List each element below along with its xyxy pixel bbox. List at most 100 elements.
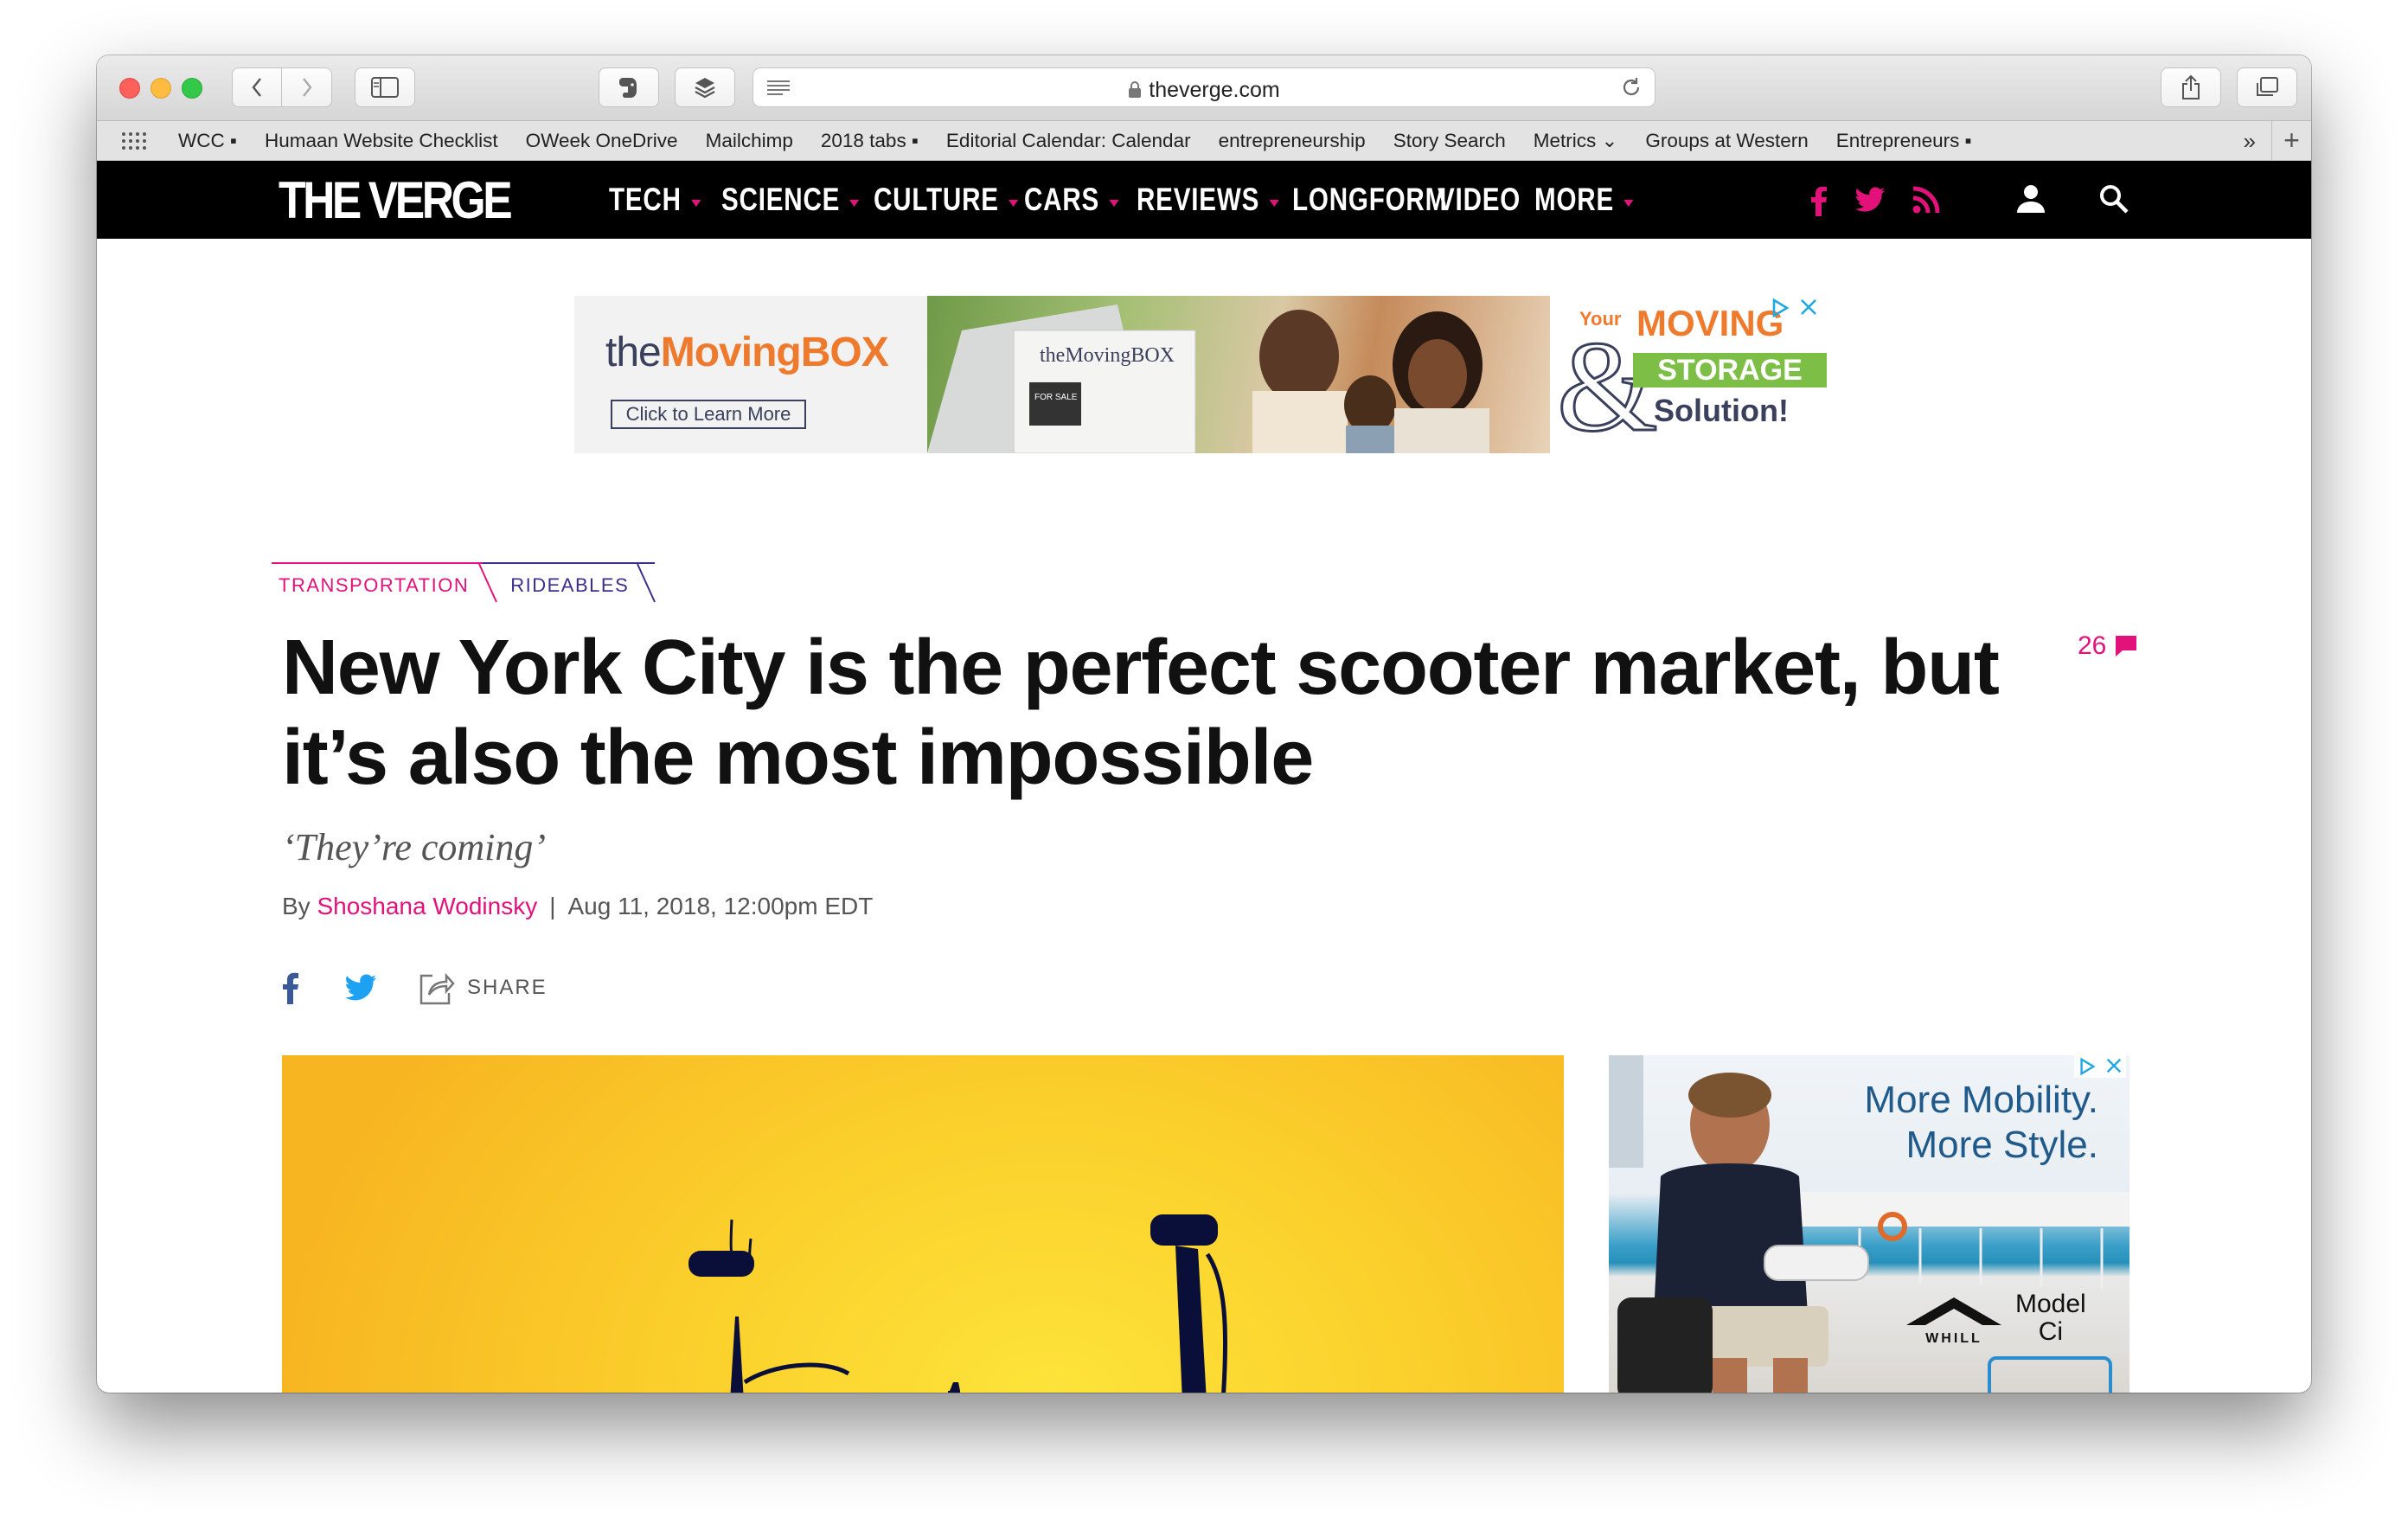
scooter-silhouette-graphic	[688, 1214, 1228, 1393]
share-arrow-icon	[419, 972, 455, 1005]
whill-wordmark: WHILL	[1925, 1331, 1982, 1346]
nav-item-reviews[interactable]: REVIEWS	[1137, 182, 1279, 218]
caret-down-icon	[690, 200, 701, 207]
facebook-share-icon[interactable]	[282, 971, 299, 1004]
nav-label: VIDEO	[1438, 182, 1521, 217]
bookmark-item[interactable]: Entrepreneurs ▪	[1836, 130, 1972, 152]
nav-item-longform[interactable]: LONGFORM	[1292, 182, 1446, 218]
back-button[interactable]	[233, 68, 283, 106]
whill-logo: WHILL	[1906, 1294, 2001, 1347]
nav-label: CARS	[1024, 182, 1100, 217]
ad-tagline-panel: Your MOVING & STORAGE Solution!	[1550, 296, 1835, 453]
url-text: theverge.com	[1149, 78, 1280, 102]
chevron-left-icon	[252, 78, 261, 97]
layers-icon	[695, 78, 715, 99]
social-links	[1809, 185, 1941, 216]
nav-label: LONGFORM	[1292, 182, 1448, 217]
account-search-group	[2015, 183, 2129, 215]
buffer-extension-button[interactable]	[675, 67, 735, 107]
bookmark-item[interactable]: Groups at Western	[1645, 130, 1808, 152]
top-banner-ad[interactable]: theMovingBOX Click to Learn More theMovi…	[574, 296, 1835, 453]
bookmark-item[interactable]: Story Search	[1393, 130, 1506, 152]
chevron-right-icon	[302, 78, 312, 97]
bookmark-item[interactable]: Mailchimp	[706, 130, 793, 152]
tag-transportation[interactable]: TRANSPORTATION	[272, 562, 489, 604]
nav-item-culture[interactable]: CULTURE	[874, 182, 1019, 218]
address-bar[interactable]: theverge.com	[752, 67, 1656, 107]
ad-tagline-line2: More Style.	[1905, 1124, 2098, 1166]
article-headline: New York City is the perfect scooter mar…	[282, 625, 2000, 801]
ad-storage: STORAGE	[1633, 353, 1827, 388]
ad-brand-logo: theMovingBOX	[605, 329, 889, 376]
share-bar: SHARE	[282, 970, 548, 1005]
more-share-button[interactable]: SHARE	[419, 970, 548, 1005]
rss-icon[interactable]	[1912, 185, 1941, 215]
bookmark-item[interactable]: Editorial Calendar: Calendar	[946, 130, 1191, 152]
ad-brand-prefix: the	[605, 330, 662, 375]
caret-down-icon	[1009, 200, 1019, 207]
nav-item-tech[interactable]: TECH	[609, 182, 708, 218]
bookmark-item[interactable]: entrepreneurship	[1219, 130, 1366, 152]
nav-item-science[interactable]: SCIENCE	[721, 182, 860, 218]
ad-photo-panel: theMovingBOX FOR SALE	[927, 296, 1550, 453]
ad-model: Model	[2015, 1290, 2086, 1318]
tabs-icon	[2257, 77, 2278, 96]
bookmark-item[interactable]: 2018 tabs ▪	[821, 130, 919, 152]
author-link[interactable]: Shoshana Wodinsky	[317, 893, 537, 919]
sidebar-ad[interactable]: More Mobility. More Style. WHILL Model C…	[1609, 1055, 2129, 1393]
search-icon[interactable]	[2098, 183, 2129, 215]
sidebar-button[interactable]	[355, 67, 415, 107]
caret-down-icon	[1109, 200, 1119, 207]
adchoices-icon[interactable]	[1770, 298, 1790, 318]
tag-rideables[interactable]: RIDEABLES	[483, 562, 656, 604]
bookmark-item[interactable]: Metrics ⌄	[1534, 130, 1618, 152]
share-icon	[2182, 74, 2200, 99]
article-byline: By Shoshana Wodinsky | Aug 11, 2018, 12:00…	[282, 893, 873, 920]
twitter-icon[interactable]	[1854, 185, 1886, 215]
bookmark-item[interactable]: OWeek OneDrive	[526, 130, 678, 152]
close-ad-icon[interactable]	[2105, 1057, 2123, 1074]
forward-button[interactable]	[282, 68, 331, 106]
whill-chevron-icon	[1906, 1297, 2001, 1325]
adchoices-icon[interactable]	[2078, 1057, 2097, 1076]
bookmarks-overflow-button[interactable]: »	[2244, 128, 2256, 155]
family-photo-graphic: theMovingBOX FOR SALE	[927, 304, 1489, 453]
ad-choices	[1770, 298, 1818, 318]
nav-label: TECH	[609, 182, 682, 217]
close-window-button[interactable]	[119, 78, 140, 99]
tag-label: TRANSPORTATION	[279, 574, 470, 596]
minimize-window-button[interactable]	[150, 78, 171, 99]
bookmarks-list: WCC ▪ Humaan Website Checklist OWeek One…	[178, 121, 2000, 161]
article-tags: TRANSPORTATION RIDEABLES	[272, 562, 660, 604]
share-button[interactable]	[2161, 67, 2221, 107]
reload-icon[interactable]	[1620, 76, 1643, 99]
twitter-share-icon[interactable]	[343, 972, 379, 1003]
ad-sign-text: FOR SALE	[1034, 393, 1078, 402]
ad-solution: Solution!	[1654, 393, 1789, 428]
user-account-icon[interactable]	[2015, 183, 2046, 215]
top-sites-grid-icon[interactable]	[121, 131, 147, 151]
nav-item-cars[interactable]: CARS	[1024, 182, 1124, 218]
byline-prefix: By	[282, 893, 311, 919]
ad-cta-button[interactable]: Click to Learn More	[611, 400, 806, 429]
share-label: SHARE	[467, 976, 548, 999]
evernote-extension-button[interactable]	[599, 67, 659, 107]
show-tabs-button[interactable]	[2237, 67, 2297, 107]
nav-label: MORE	[1534, 182, 1614, 217]
zoom-window-button[interactable]	[182, 78, 202, 99]
facebook-icon[interactable]	[1809, 185, 1828, 216]
bookmark-item[interactable]: WCC ▪	[178, 130, 237, 152]
ad-brand-main: MovingBOX	[660, 330, 889, 375]
nav-label: CULTURE	[874, 182, 999, 217]
site-logo[interactable]: THE VERGE	[279, 175, 513, 227]
comments-count-link[interactable]: 26	[2078, 631, 2137, 661]
back-forward-group	[232, 67, 332, 107]
comment-bubble-icon	[2116, 636, 2137, 657]
new-tab-button[interactable]: +	[2271, 121, 2311, 161]
nav-item-more[interactable]: MORE	[1534, 182, 1634, 218]
bookmark-item[interactable]: Humaan Website Checklist	[265, 130, 498, 152]
close-ad-icon[interactable]	[1799, 298, 1818, 317]
ad-truck-text: theMovingBOX	[1040, 344, 1175, 367]
nav-item-video[interactable]: VIDEO	[1438, 182, 1525, 218]
comment-count: 26	[2078, 631, 2107, 660]
